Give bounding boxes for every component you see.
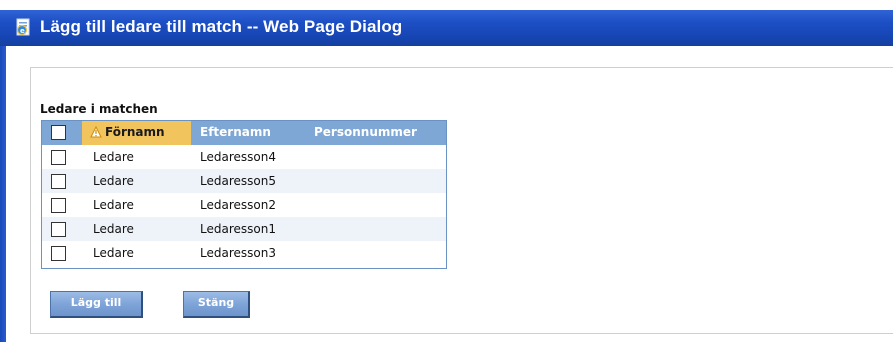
table-row[interactable]: Ledare Ledaresson5 — [42, 169, 446, 193]
header-select-cell — [42, 121, 82, 145]
dialog-titlebar[interactable]: e Lägg till ledare till match -- Web Pag… — [0, 10, 893, 46]
svg-text:e: e — [20, 27, 25, 35]
sort-warning-icon — [90, 126, 102, 138]
column-header-efternamn[interactable]: Efternamn — [200, 125, 271, 139]
cell-fornamn: Ledare — [93, 174, 134, 188]
cell-fornamn: Ledare — [93, 222, 134, 236]
cell-efternamn: Ledaresson2 — [200, 198, 276, 212]
cell-efternamn: Ledaresson5 — [200, 174, 276, 188]
column-header-personnummer[interactable]: Personnummer — [314, 125, 417, 139]
cell-fornamn: Ledare — [93, 150, 134, 164]
cell-fornamn: Ledare — [93, 198, 134, 212]
cell-efternamn: Ledaresson3 — [200, 246, 276, 260]
table-row[interactable]: Ledare Ledaresson3 — [42, 241, 446, 265]
column-header-fornamn[interactable]: Förnamn — [105, 125, 165, 139]
row-checkbox[interactable] — [51, 246, 66, 261]
ie-page-icon: e — [16, 18, 30, 36]
table-row[interactable]: Ledare Ledaresson2 — [42, 193, 446, 217]
top-strip — [0, 0, 893, 10]
close-button[interactable]: Stäng — [183, 291, 250, 318]
table-row[interactable]: Ledare Ledaresson4 — [42, 145, 446, 169]
leaders-grid: Förnamn Efternamn Personnummer Ledare Le… — [41, 120, 447, 269]
row-checkbox[interactable] — [51, 150, 66, 165]
dialog-title: Lägg till ledare till match -- Web Page … — [40, 17, 403, 36]
cell-efternamn: Ledaresson1 — [200, 222, 276, 236]
row-checkbox[interactable] — [51, 174, 66, 189]
table-row[interactable]: Ledare Ledaresson1 — [42, 217, 446, 241]
section-title: Ledare i matchen — [40, 102, 158, 116]
grid-header: Förnamn Efternamn Personnummer — [42, 121, 446, 145]
cell-fornamn: Ledare — [93, 246, 134, 260]
row-checkbox[interactable] — [51, 198, 66, 213]
cell-efternamn: Ledaresson4 — [200, 150, 276, 164]
add-button[interactable]: Lägg till — [50, 291, 143, 318]
row-checkbox[interactable] — [51, 222, 66, 237]
select-all-checkbox[interactable] — [51, 125, 66, 140]
